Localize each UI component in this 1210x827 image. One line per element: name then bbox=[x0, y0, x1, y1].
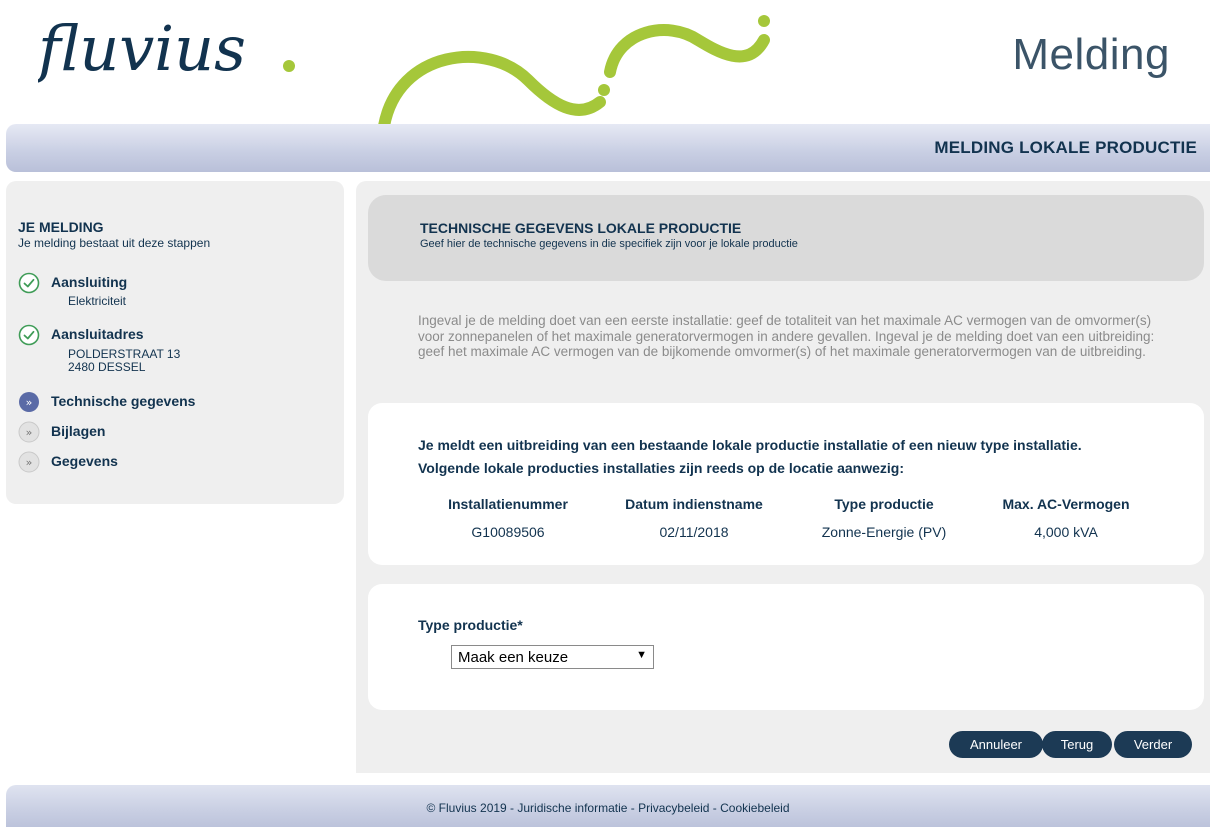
column-header: Type productie bbox=[834, 496, 934, 512]
svg-text:»: » bbox=[26, 426, 33, 439]
section-title: TECHNISCHE GEGEVENS LOKALE PRODUCTIE bbox=[420, 220, 742, 236]
double-chevron-icon: » bbox=[18, 451, 40, 473]
back-button[interactable]: Terug bbox=[1042, 731, 1112, 758]
main-panel: TECHNISCHE GEGEVENS LOKALE PRODUCTIE Gee… bbox=[356, 181, 1210, 773]
type-productie-label: Type productie* bbox=[418, 617, 523, 633]
step-detail: Elektriciteit bbox=[68, 294, 127, 308]
column-header: Datum indienstname bbox=[625, 496, 763, 512]
existing-line-1: Je meldt een uitbreiding van een bestaan… bbox=[418, 437, 1082, 453]
footer-links[interactable]: © Fluvius 2019 - Juridische informatie -… bbox=[6, 801, 1210, 815]
sidebar-subtitle: Je melding bestaat uit deze stappen bbox=[18, 236, 211, 250]
svg-text:»: » bbox=[26, 456, 33, 469]
page-heading: Melding bbox=[1012, 30, 1170, 79]
select-value: Maak een keuze bbox=[458, 649, 569, 666]
svg-text:»: » bbox=[26, 396, 33, 409]
column-header: Installatienummer bbox=[448, 496, 568, 512]
step-detail-city: 2480 DESSEL bbox=[68, 360, 146, 374]
fluvius-logo[interactable]: fluvius bbox=[38, 8, 303, 103]
section-header: TECHNISCHE GEGEVENS LOKALE PRODUCTIE Gee… bbox=[368, 195, 1204, 281]
column-header: Max. AC-Vermogen bbox=[1002, 496, 1130, 512]
footer: © Fluvius 2019 - Juridische informatie -… bbox=[6, 785, 1210, 827]
table-cell: G10089506 bbox=[471, 524, 545, 540]
next-button[interactable]: Verder bbox=[1114, 731, 1192, 758]
title-bar: MELDING LOKALE PRODUCTIE bbox=[6, 124, 1210, 172]
existing-installations-card: Je meldt een uitbreiding van een bestaan… bbox=[368, 403, 1204, 565]
existing-line-2: Volgende lokale producties installaties … bbox=[418, 460, 904, 476]
cancel-button[interactable]: Annuleer bbox=[949, 731, 1043, 758]
dropdown-arrow-icon: ▼ bbox=[636, 649, 647, 661]
sidebar-title: JE MELDING bbox=[18, 219, 104, 235]
production-type-card: Type productie* Maak een keuze ▼ bbox=[368, 584, 1204, 710]
section-subtitle: Geef hier de technische gegevens in die … bbox=[420, 238, 798, 250]
step-label: Aansluiting bbox=[51, 274, 128, 290]
title-bar-text: MELDING LOKALE PRODUCTIE bbox=[934, 138, 1197, 157]
double-chevron-icon: » bbox=[19, 392, 39, 412]
header: fluvius Melding bbox=[0, 0, 1210, 128]
page: fluvius Melding MELDING LOKALE PRODUCTIE… bbox=[0, 0, 1210, 827]
step-label: Technische gegevens bbox=[51, 393, 196, 409]
step-label: Aansluitadres bbox=[51, 326, 144, 342]
table-cell: 4,000 kVA bbox=[1034, 524, 1098, 540]
type-productie-select[interactable]: Maak een keuze ▼ bbox=[451, 645, 654, 669]
step-label: Gegevens bbox=[51, 453, 118, 469]
table-cell: 02/11/2018 bbox=[659, 524, 729, 540]
check-circle-icon bbox=[18, 324, 40, 346]
logo-swoosh-graphic bbox=[378, 15, 770, 128]
check-circle-icon bbox=[18, 272, 40, 294]
intro-text: Ingeval je de melding doet van een eerst… bbox=[418, 313, 1155, 359]
step-label: Bijlagen bbox=[51, 423, 106, 439]
table-cell: Zonne-Energie (PV) bbox=[821, 524, 947, 540]
double-chevron-icon: » bbox=[18, 421, 40, 443]
steps-sidebar: JE MELDING Je melding bestaat uit deze s… bbox=[6, 181, 344, 504]
logo-text: fluvius bbox=[38, 12, 246, 85]
